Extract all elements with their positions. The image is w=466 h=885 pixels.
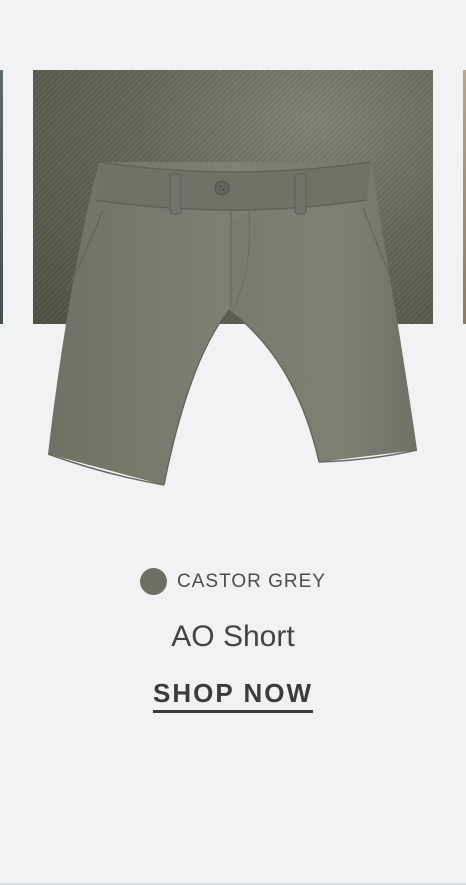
shop-now-link[interactable]: SHOP NOW — [153, 678, 313, 713]
product-title: AO Short — [171, 620, 295, 653]
shop-now-wrapper: SHOP NOW — [0, 678, 466, 713]
shorts-product-image[interactable] — [33, 70, 433, 500]
previous-slide-peek[interactable] — [0, 70, 3, 324]
product-carousel: CASTOR GREY AO Short SHOP NOW — [0, 0, 466, 885]
color-swatch[interactable] — [140, 568, 168, 595]
color-selector: CASTOR GREY — [0, 568, 466, 595]
color-name-label: CASTOR GREY — [177, 570, 326, 592]
